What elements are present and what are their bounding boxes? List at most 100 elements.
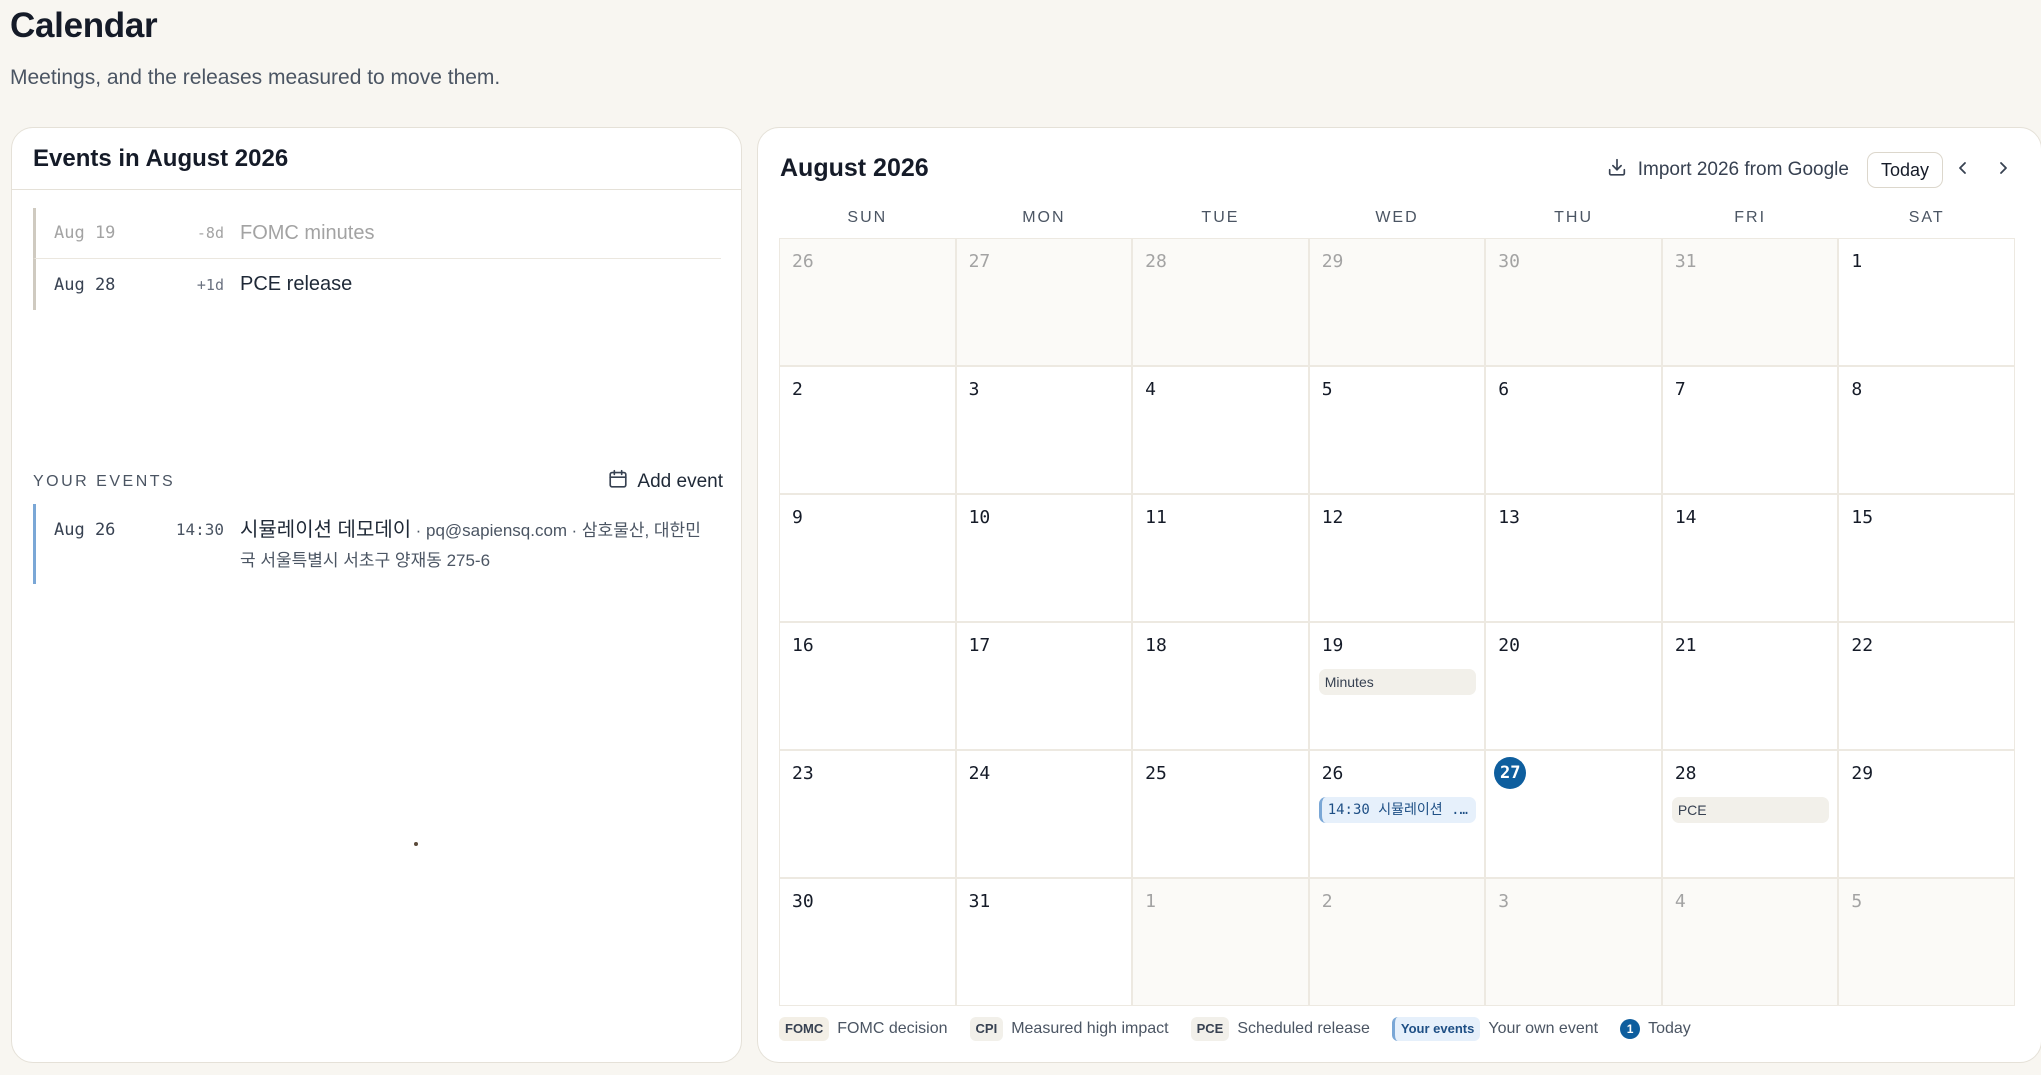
- day-cell[interactable]: 15: [1839, 495, 2014, 621]
- day-cell[interactable]: 20: [1486, 623, 1661, 749]
- day-cell[interactable]: 19 Minutes: [1309, 623, 1485, 749]
- calendar-plus-icon: [607, 468, 629, 496]
- day-cell[interactable]: 1: [1133, 879, 1308, 1005]
- day-number: 28: [1674, 763, 1697, 784]
- day-cell[interactable]: 11: [1133, 495, 1308, 621]
- day-cell-today[interactable]: 27: [1486, 751, 1661, 877]
- day-cell[interactable]: 28: [1133, 239, 1308, 365]
- legend-badge-today: 1: [1620, 1019, 1641, 1039]
- day-cell[interactable]: 4: [1662, 879, 1838, 1005]
- add-event-button[interactable]: Add event: [607, 468, 723, 496]
- day-cell[interactable]: 6: [1486, 367, 1661, 493]
- day-cell[interactable]: 1: [1839, 239, 2014, 365]
- event-name: PCE release: [240, 273, 353, 295]
- weekday-fri: FRI: [1734, 209, 1767, 226]
- day-number: 1: [1851, 251, 1863, 272]
- weekday-mon: MON: [1022, 209, 1066, 226]
- legend-label-fomc: FOMC decision: [837, 1020, 948, 1037]
- event-offset: +1d: [196, 275, 224, 294]
- calendar-month-title: August 2026: [780, 154, 929, 182]
- day-number: 3: [968, 379, 980, 400]
- day-number: 29: [1851, 763, 1874, 784]
- weekday-sat: SAT: [1908, 209, 1945, 226]
- day-cell[interactable]: 9: [780, 495, 955, 621]
- today-button[interactable]: Today: [1866, 152, 1943, 188]
- add-event-label: Add event: [637, 471, 723, 492]
- day-cell[interactable]: 13: [1486, 495, 1661, 621]
- day-number: 16: [792, 635, 814, 656]
- day-number: 29: [1321, 251, 1344, 272]
- day-cell[interactable]: 30: [780, 879, 955, 1005]
- events-panel: Events in August 2026 Aug 19 -8d FOMC mi…: [11, 127, 742, 1063]
- day-cell[interactable]: 28 PCE: [1662, 751, 1838, 877]
- day-cell[interactable]: 22: [1839, 623, 2014, 749]
- day-cell[interactable]: 26: [780, 239, 955, 365]
- day-cell[interactable]: 2: [1309, 879, 1485, 1005]
- legend-cpi: CPI Measured high impact: [969, 1017, 1169, 1041]
- day-cell[interactable]: 17: [956, 623, 1132, 749]
- your-events-header: YOUR EVENTS Add event: [33, 466, 723, 498]
- day-cell[interactable]: 4: [1133, 367, 1308, 493]
- day-cell[interactable]: 21: [1662, 623, 1838, 749]
- day-number: 28: [1145, 251, 1167, 272]
- event-row-pce-release[interactable]: Aug 28 +1d PCE release: [33, 259, 721, 310]
- day-cell[interactable]: 5: [1839, 879, 2014, 1005]
- day-number: 17: [968, 635, 991, 656]
- events-panel-header: Events in August 2026: [12, 128, 741, 190]
- day-cell[interactable]: 27: [956, 239, 1132, 365]
- day-cell[interactable]: 29: [1839, 751, 2014, 877]
- day-cell[interactable]: 26 14:30 시뮬레이션 ...: [1309, 751, 1485, 877]
- day-cell[interactable]: 8: [1839, 367, 2014, 493]
- user-event-location: · 삼호물산, 대한민: [571, 521, 701, 540]
- day-number: 20: [1498, 635, 1520, 656]
- weekday-wed: WED: [1375, 209, 1419, 226]
- day-number: 5: [1851, 891, 1863, 912]
- event-chip-user[interactable]: 14:30 시뮬레이션 ...: [1318, 797, 1477, 823]
- day-number: 25: [1145, 763, 1167, 784]
- day-number: 22: [1851, 635, 1874, 656]
- day-cell[interactable]: 16: [780, 623, 955, 749]
- event-chip-pce[interactable]: PCE: [1671, 797, 1830, 823]
- day-cell[interactable]: 12: [1309, 495, 1485, 621]
- day-cell[interactable]: 7: [1662, 367, 1838, 493]
- day-cell[interactable]: 14: [1662, 495, 1838, 621]
- event-row-fomc-minutes[interactable]: Aug 19 -8d FOMC minutes: [33, 208, 721, 259]
- prev-month-button[interactable]: [1943, 152, 1983, 188]
- page-title: Calendar: [10, 6, 158, 45]
- day-cell[interactable]: 2: [780, 367, 955, 493]
- day-cell[interactable]: 3: [956, 367, 1132, 493]
- day-cell[interactable]: 31: [956, 879, 1132, 1005]
- day-number: 23: [792, 763, 814, 784]
- day-number: 27: [968, 251, 991, 272]
- today-marker: 27: [1494, 757, 1527, 789]
- day-cell[interactable]: 23: [780, 751, 955, 877]
- stray-dot: [414, 842, 418, 846]
- day-number: 3: [1498, 891, 1510, 912]
- day-number: 4: [1674, 891, 1686, 912]
- day-cell[interactable]: 3: [1486, 879, 1661, 1005]
- calendar-toolbar: Import 2026 from Google Today: [1606, 150, 2023, 190]
- day-cell[interactable]: 24: [956, 751, 1132, 877]
- day-number: 13: [1498, 507, 1520, 528]
- page-subtitle: Meetings, and the releases measured to m…: [10, 66, 501, 89]
- event-date: Aug 19: [54, 223, 116, 243]
- user-event-email: · pq@sapiensq.com: [415, 521, 568, 540]
- day-cell[interactable]: 10: [956, 495, 1132, 621]
- user-event-row[interactable]: Aug 26 14:30 시뮬레이션 데모데이 · pq@sapiensq.co…: [33, 504, 723, 584]
- legend-label-pce: Scheduled release: [1237, 1020, 1370, 1037]
- day-cell[interactable]: 29: [1309, 239, 1485, 365]
- event-chip-minutes[interactable]: Minutes: [1318, 669, 1477, 695]
- weekday-thu: THU: [1554, 209, 1593, 226]
- day-number: 19: [1321, 635, 1344, 656]
- day-cell[interactable]: 25: [1133, 751, 1308, 877]
- next-month-button[interactable]: [1983, 152, 2023, 188]
- day-cell[interactable]: 30: [1486, 239, 1661, 365]
- import-google-button[interactable]: Import 2026 from Google: [1606, 156, 1849, 184]
- day-cell[interactable]: 31: [1662, 239, 1838, 365]
- legend-badge-user: Your events: [1391, 1017, 1481, 1041]
- weekday-sun: SUN: [847, 209, 888, 226]
- day-number: 26: [1321, 763, 1344, 784]
- day-cell[interactable]: 5: [1309, 367, 1485, 493]
- day-number: 1: [1145, 891, 1156, 912]
- day-cell[interactable]: 18: [1133, 623, 1308, 749]
